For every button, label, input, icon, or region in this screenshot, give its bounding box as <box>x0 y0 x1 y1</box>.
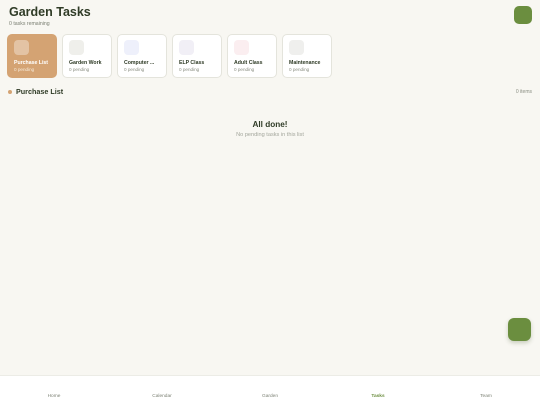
category-count: 0 pending <box>14 67 35 72</box>
nav-calendar[interactable]: Calendar <box>108 376 216 405</box>
category-name: ELP Class <box>179 60 205 66</box>
category-name: Computer ... <box>124 60 155 66</box>
category-card-purchase-list[interactable]: Purchase List 0 pending <box>7 34 57 78</box>
nav-home[interactable]: Home <box>0 376 108 405</box>
empty-state: All done! No pending tasks in this list <box>0 120 540 138</box>
tasks-remaining: 0 tasks remaining <box>9 21 50 27</box>
category-card-computer[interactable]: Computer ... 0 pending <box>117 34 167 78</box>
section-header: Purchase List 0 items <box>8 87 532 96</box>
add-task-button[interactable] <box>508 318 531 341</box>
section-title: Purchase List <box>16 87 64 96</box>
category-icon <box>69 40 84 55</box>
category-name: Garden Work <box>69 60 102 66</box>
empty-state-title: All done! <box>252 120 288 129</box>
tasks-screen: Garden Tasks 0 tasks remaining Purchase … <box>0 0 540 405</box>
category-icon <box>179 40 194 55</box>
category-count: 0 pending <box>289 67 310 72</box>
nav-label: Tasks <box>371 394 385 399</box>
section-dot <box>8 89 12 94</box>
category-card-maintenance[interactable]: Maintenance 0 pending <box>282 34 332 78</box>
category-icon <box>289 40 304 55</box>
category-count: 0 pending <box>124 67 145 72</box>
category-card-elp-class[interactable]: ELP Class 0 pending <box>172 34 222 78</box>
category-icon <box>234 40 249 55</box>
category-count: 0 pending <box>69 67 90 72</box>
empty-state-message: No pending tasks in this list <box>236 132 304 138</box>
nav-label: Home <box>47 394 61 399</box>
category-icon <box>124 40 139 55</box>
nav-label: Calendar <box>152 394 172 399</box>
nav-label: Garden <box>262 394 278 399</box>
category-card-adult-class[interactable]: Adult Class 0 pending <box>227 34 277 78</box>
nav-label: Team <box>480 394 492 399</box>
category-card-garden-work[interactable]: Garden Work 0 pending <box>62 34 112 78</box>
category-icon <box>14 40 29 55</box>
nav-team[interactable]: Team <box>432 376 540 405</box>
category-list: Purchase List 0 pending Garden Work 0 pe… <box>7 34 332 78</box>
category-name: Purchase List <box>14 60 49 66</box>
page-header: Garden Tasks 0 tasks remaining <box>9 5 91 27</box>
category-count: 0 pending <box>234 67 255 72</box>
category-name: Maintenance <box>289 60 321 66</box>
category-count: 0 pending <box>179 67 200 72</box>
header-action-button[interactable] <box>514 6 532 24</box>
nav-tasks[interactable]: Tasks <box>324 376 432 405</box>
category-name: Adult Class <box>234 60 263 66</box>
bottom-nav: Home Calendar Garden Tasks Team <box>0 375 540 405</box>
section-item-count: 0 items <box>515 88 532 95</box>
page-title: Garden Tasks <box>9 5 91 19</box>
nav-garden[interactable]: Garden <box>216 376 324 405</box>
